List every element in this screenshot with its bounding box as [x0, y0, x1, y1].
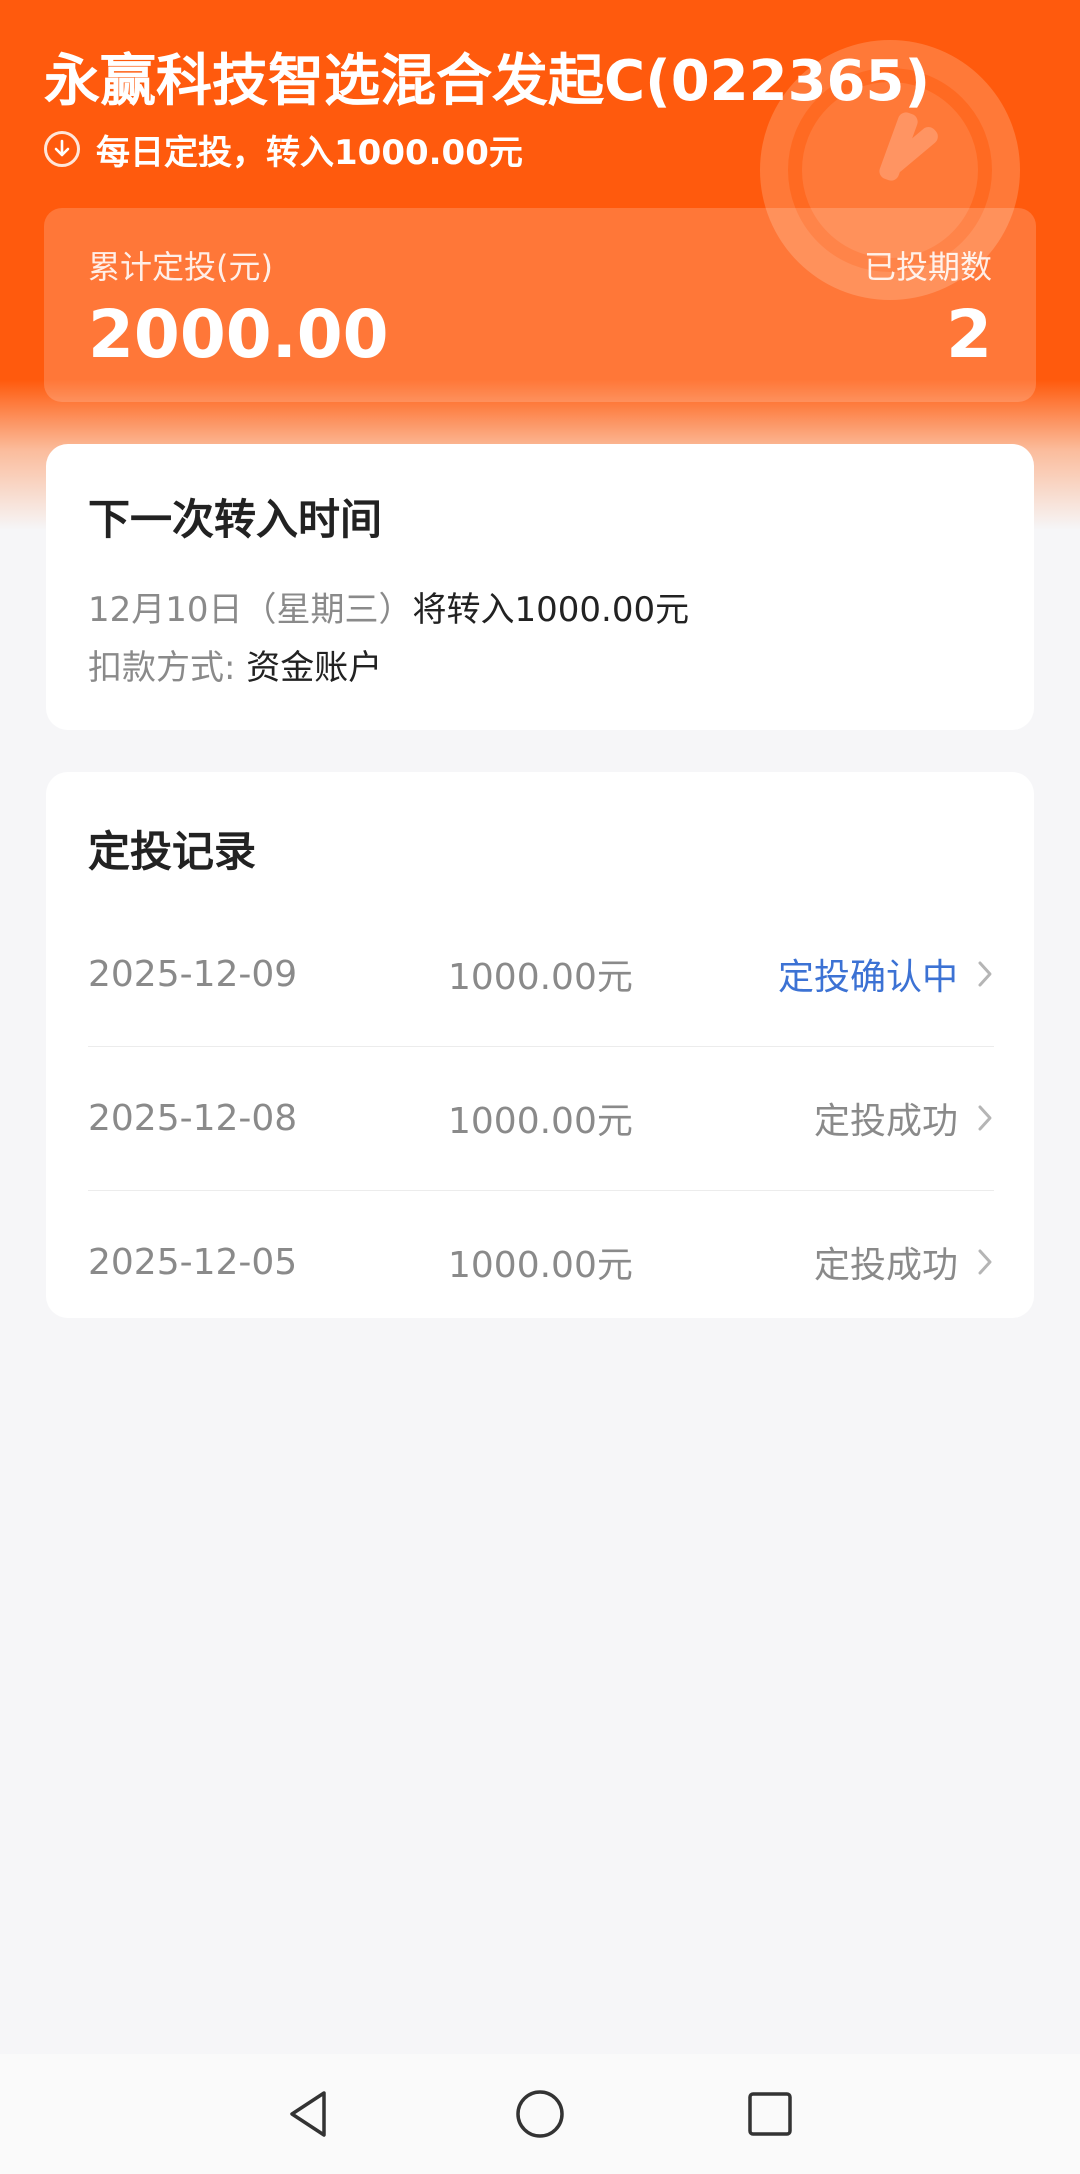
fund-title: 永赢科技智选混合发起C(022365): [44, 49, 931, 114]
payment-value: 资金账户: [246, 648, 383, 688]
summary-panel: 累计定投(元) 2000.00 已投期数 2: [44, 208, 1036, 402]
back-triangle-icon[interactable]: [278, 2084, 338, 2144]
arrow-down-circle-icon: [44, 131, 80, 167]
record-date: 2025-12-05: [88, 1241, 298, 1283]
records-card: 定投记录 2025-12-09 1000.00元 定投确认中 2025-12-0…: [46, 772, 1034, 1318]
system-navigation-bar: [0, 2054, 1080, 2174]
next-transfer-date: 12月10日（星期三）: [88, 590, 413, 630]
periods-label: 已投期数: [863, 248, 992, 286]
next-transfer-title: 下一次转入时间: [88, 495, 383, 544]
record-status: 定投确认中: [777, 957, 958, 998]
cumulative-label: 累计定投(元): [88, 248, 273, 286]
periods-value: 2: [946, 296, 992, 373]
records-title: 定投记录: [88, 827, 257, 876]
record-amount: 1000.00元: [448, 1101, 633, 1142]
plan-summary: 每日定投，转入1000.00元: [44, 126, 523, 173]
chevron-right-icon: [958, 1247, 994, 1277]
record-status: 定投成功: [813, 1245, 958, 1286]
next-transfer-card: 下一次转入时间 12月10日（星期三）将转入1000.00元 扣款方式: 资金账…: [46, 444, 1034, 730]
payment-label: 扣款方式:: [88, 648, 236, 688]
record-row[interactable]: 2025-12-09 1000.00元 定投确认中: [88, 902, 994, 1047]
cumulative-value: 2000.00: [88, 296, 389, 373]
next-transfer-amount: 将转入1000.00元: [412, 590, 690, 630]
record-date: 2025-12-09: [88, 953, 298, 995]
record-date: 2025-12-08: [88, 1097, 298, 1139]
next-transfer-info: 12月10日（星期三）将转入1000.00元: [88, 582, 689, 631]
home-circle-icon[interactable]: [510, 2084, 570, 2144]
chevron-right-icon: [958, 959, 994, 989]
record-row[interactable]: 2025-12-08 1000.00元 定投成功: [88, 1046, 994, 1191]
recent-apps-square-icon[interactable]: [740, 2084, 800, 2144]
record-row[interactable]: 2025-12-05 1000.00元 定投成功: [88, 1190, 994, 1334]
payment-method: 扣款方式: 资金账户: [88, 640, 382, 689]
record-amount: 1000.00元: [448, 957, 633, 998]
chevron-right-icon: [958, 1103, 994, 1133]
record-status: 定投成功: [813, 1101, 958, 1142]
record-amount: 1000.00元: [448, 1245, 633, 1286]
plan-text: 每日定投，转入1000.00元: [96, 132, 523, 173]
